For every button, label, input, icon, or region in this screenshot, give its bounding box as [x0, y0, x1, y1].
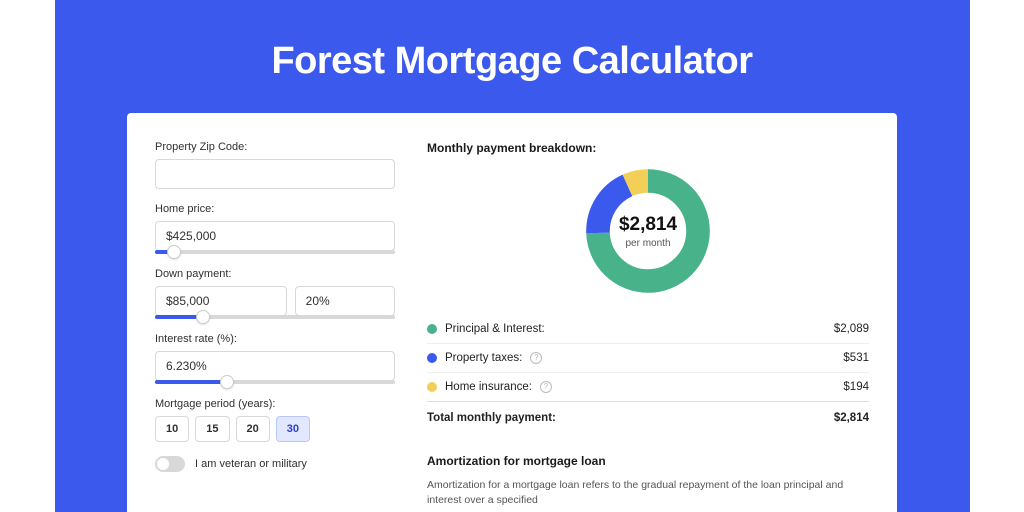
home-price-input[interactable] — [155, 221, 395, 251]
form-column: Property Zip Code: Home price: Down paym… — [155, 141, 395, 512]
page-title: Forest Mortgage Calculator — [55, 40, 970, 83]
zip-input[interactable] — [155, 159, 395, 189]
interest-rate-label: Interest rate (%): — [155, 333, 395, 345]
breakdown-title: Monthly payment breakdown: — [427, 141, 869, 155]
mortgage-period-label: Mortgage period (years): — [155, 398, 395, 410]
interest-rate-slider[interactable] — [155, 380, 395, 384]
home-price-field: Home price: — [155, 203, 395, 254]
legend-value: $2,089 — [834, 323, 869, 335]
period-option-20[interactable]: 20 — [236, 416, 270, 442]
veteran-label: I am veteran or military — [195, 458, 307, 470]
legend-label: Property taxes: — [445, 352, 522, 364]
donut-center-sub: per month — [625, 238, 670, 249]
veteran-toggle[interactable] — [155, 456, 185, 472]
home-price-label: Home price: — [155, 203, 395, 215]
legend-dot — [427, 324, 437, 334]
interest-rate-slider-fill — [155, 380, 227, 384]
legend-row: Home insurance:? $194 — [427, 372, 869, 401]
results-column: Monthly payment breakdown: $2,814 per mo… — [427, 141, 869, 512]
amortization-title: Amortization for mortgage loan — [427, 454, 869, 468]
interest-rate-field: Interest rate (%): — [155, 333, 395, 384]
home-price-slider[interactable] — [155, 250, 395, 254]
legend-label: Principal & Interest: — [445, 323, 545, 335]
legend-value: $194 — [843, 381, 869, 393]
period-option-30[interactable]: 30 — [276, 416, 310, 442]
calculator-card: Property Zip Code: Home price: Down paym… — [127, 113, 897, 512]
down-payment-pct-input[interactable] — [295, 286, 395, 316]
amortization-text: Amortization for a mortgage loan refers … — [427, 478, 869, 507]
legend-value: $531 — [843, 352, 869, 364]
period-option-15[interactable]: 15 — [195, 416, 229, 442]
hero-banner: Forest Mortgage Calculator Property Zip … — [55, 0, 970, 512]
veteran-row: I am veteran or military — [155, 456, 395, 472]
home-price-slider-thumb[interactable] — [167, 245, 181, 259]
help-icon[interactable]: ? — [540, 381, 552, 393]
legend: Principal & Interest: $2,089 Property taxe… — [427, 315, 869, 401]
legend-label: Home insurance: — [445, 381, 532, 393]
total-row: Total monthly payment: $2,814 — [427, 401, 869, 432]
help-icon[interactable]: ? — [530, 352, 542, 364]
mortgage-period-field: Mortgage period (years): 1015 2030 — [155, 398, 395, 442]
down-payment-amount-input[interactable] — [155, 286, 287, 316]
zip-label: Property Zip Code: — [155, 141, 395, 153]
total-value: $2,814 — [834, 412, 869, 424]
legend-dot — [427, 382, 437, 392]
donut-chart: $2,814 per month — [582, 165, 714, 297]
donut-chart-wrap: $2,814 per month — [427, 165, 869, 297]
period-option-10[interactable]: 10 — [155, 416, 189, 442]
donut-center-amount: $2,814 — [619, 214, 677, 236]
legend-row: Principal & Interest: $2,089 — [427, 315, 869, 343]
interest-rate-slider-thumb[interactable] — [220, 375, 234, 389]
legend-dot — [427, 353, 437, 363]
total-label: Total monthly payment: — [427, 412, 556, 424]
mortgage-period-options: 1015 2030 — [155, 416, 395, 442]
zip-field: Property Zip Code: — [155, 141, 395, 189]
down-payment-slider-thumb[interactable] — [196, 310, 210, 324]
interest-rate-input[interactable] — [155, 351, 395, 381]
donut-center: $2,814 per month — [582, 165, 714, 297]
down-payment-label: Down payment: — [155, 268, 395, 280]
down-payment-field: Down payment: — [155, 268, 395, 319]
legend-row: Property taxes:? $531 — [427, 343, 869, 372]
down-payment-slider[interactable] — [155, 315, 395, 319]
